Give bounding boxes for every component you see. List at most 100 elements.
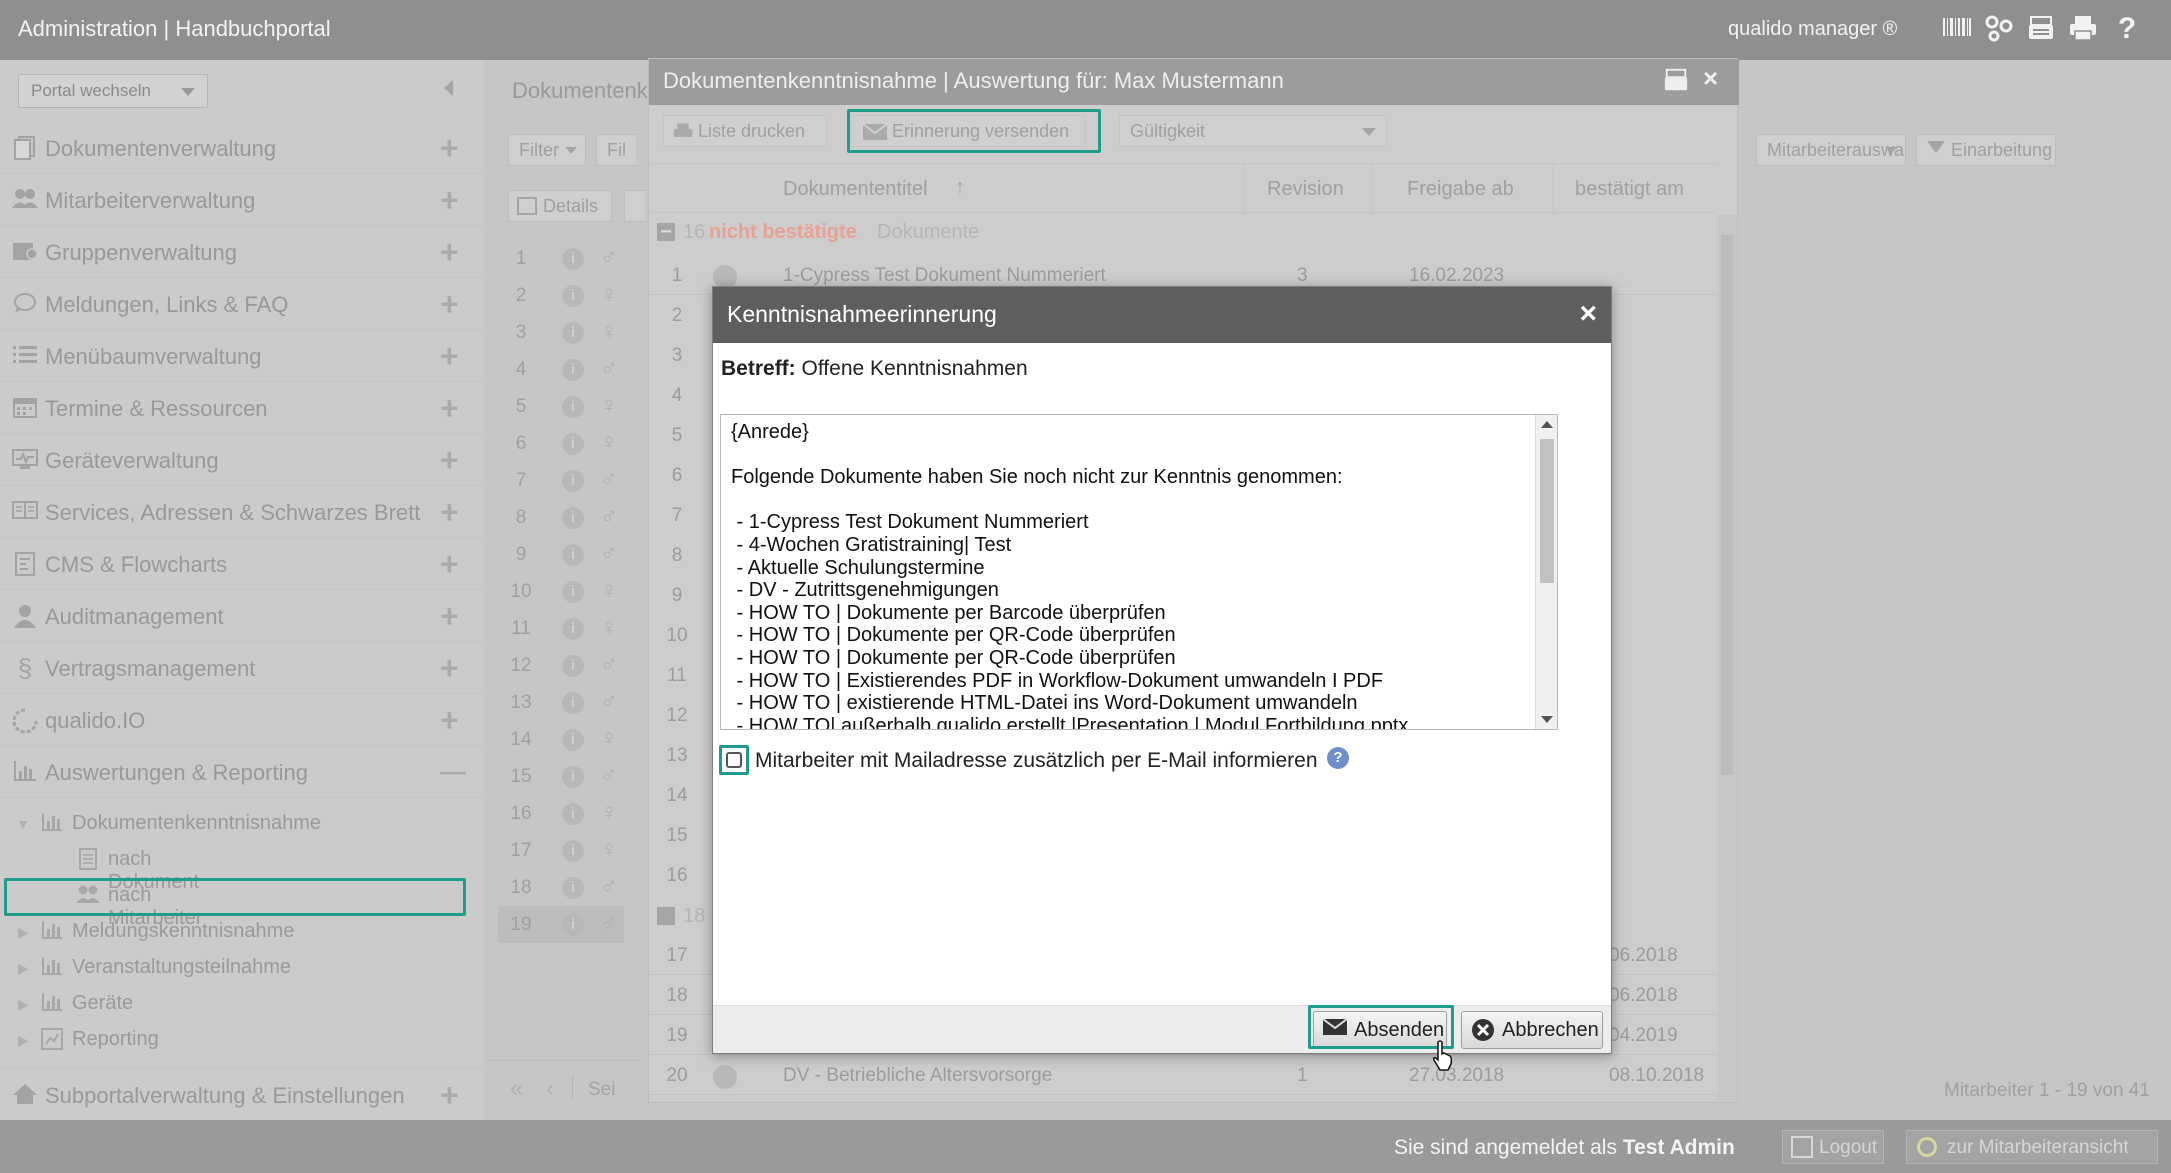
collapse-group-icon[interactable] [657,907,675,925]
expand-plus-icon[interactable]: + [440,338,459,375]
info-icon[interactable]: i [562,766,584,788]
info-icon[interactable]: i [562,655,584,677]
info-icon[interactable]: i [562,840,584,862]
info-icon[interactable]: i [562,544,584,566]
info-icon[interactable] [713,1065,737,1089]
cancel-button[interactable]: Abbrechen [1461,1011,1603,1049]
table-row[interactable]: 20 DV - Betriebliche Altersvorsorge 1 27… [649,1055,1717,1095]
sidebar-item-termine[interactable]: Termine & Ressourcen + [0,382,484,434]
tree-collapsed-icon[interactable]: ▶ [18,924,29,941]
details-button[interactable]: Details [508,190,612,222]
info-icon[interactable]: i [562,248,584,270]
table-row[interactable]: 1 i ♂ [498,240,624,277]
collapse-sidebar-icon[interactable] [444,80,453,96]
tree-expanded-icon[interactable]: ▼ [16,816,30,832]
close-icon[interactable]: × [1703,63,1718,94]
tree-collapsed-icon[interactable]: ▶ [18,1032,29,1049]
tree-collapsed-icon[interactable]: ▶ [18,960,29,977]
table-row[interactable]: 4 i ♂ [498,351,624,388]
sidebar-item-meldungen[interactable]: Meldungen, Links & FAQ + [0,278,484,330]
group-row-unconfirmed[interactable]: − 16 nicht bestätigte Dokumente [657,219,1717,249]
print-icon[interactable] [2068,14,2098,44]
sidebar-item-qualido-io[interactable]: qualido.IO + [0,694,484,746]
expand-plus-icon[interactable]: + [440,598,459,635]
info-icon[interactable]: i [562,618,584,640]
table-row[interactable]: 15 i ♂ [498,758,624,795]
sidebar-item-services[interactable]: Services, Adressen & Schwarzes Brett + [0,486,484,538]
table-row[interactable]: 14 i ♀ [498,721,624,758]
scrollbar-thumb[interactable] [1721,235,1733,775]
table-row[interactable]: 9 i ♂ [498,536,624,573]
portal-switch-select[interactable]: Portal wechseln [18,74,208,108]
sidebar-item-menuebaum[interactable]: Menübaumverwaltung + [0,330,484,382]
barcode-icon[interactable] [1942,14,1972,44]
info-icon[interactable]: i [562,396,584,418]
expand-plus-icon[interactable]: + [440,390,459,427]
table-row[interactable]: 7 i ♂ [498,462,624,499]
table-row[interactable]: 19 i ♂ [498,906,624,943]
info-icon[interactable]: i [562,581,584,603]
table-row[interactable]: 2 i ♀ [498,277,624,314]
sidebar-item-cms[interactable]: CMS & Flowcharts + [0,538,484,590]
expand-plus-icon[interactable]: + [440,286,459,323]
info-icon[interactable]: i [562,470,584,492]
collapse-minus-icon[interactable]: — [440,756,466,787]
logout-button[interactable]: Logout [1782,1130,1884,1164]
table-row[interactable]: 12 i ♂ [498,647,624,684]
table-row[interactable]: 18 i ♂ [498,869,624,906]
sidebar-item-audit[interactable]: Auditmanagement + [0,590,484,642]
table-row[interactable]: 16 i ♀ [498,795,624,832]
filter-input-partial[interactable]: Fil [596,134,636,166]
expand-plus-icon[interactable]: + [440,234,459,271]
expand-plus-icon[interactable]: + [440,442,459,479]
sidebar-item-subportal[interactable]: Subportalverwaltung & Einstellungen + [0,1068,484,1120]
expand-plus-icon[interactable]: + [440,546,459,583]
table-row[interactable]: 13 i ♂ [498,684,624,721]
table-row[interactable]: 17 i ♀ [498,832,624,869]
info-icon[interactable]: i [562,507,584,529]
info-icon[interactable]: i [562,285,584,307]
info-icon[interactable]: i [562,877,584,899]
scroll-down-icon[interactable] [1541,716,1553,723]
evaluation-scrollbar[interactable] [1717,215,1737,1101]
column-header-release[interactable]: Freigabe ab [1407,178,1514,201]
first-page-icon[interactable]: « [510,1075,523,1103]
sidebar-item-dokumentenverwaltung[interactable]: Dokumentenverwaltung + [0,122,484,174]
expand-plus-icon[interactable]: + [440,702,459,739]
validity-select[interactable]: Gültigkeit [1119,115,1387,147]
info-icon[interactable]: i [562,729,584,751]
prev-page-icon[interactable]: ‹ [546,1075,554,1103]
table-row[interactable]: 8 i ♂ [498,499,624,536]
expand-plus-icon[interactable]: + [440,1077,459,1114]
collapse-group-icon[interactable]: − [657,222,675,242]
expand-plus-icon[interactable]: + [440,650,459,687]
expand-plus-icon[interactable]: + [440,494,459,531]
expand-plus-icon[interactable]: + [440,182,459,219]
table-row[interactable]: 6 i ♀ [498,425,624,462]
message-scrollbar[interactable] [1535,415,1557,729]
filter-button[interactable]: Filter [508,134,586,166]
help-icon[interactable]: ? [2112,14,2142,44]
help-icon[interactable]: ? [1327,747,1349,769]
sidebar-item-mitarbeiterverwaltung[interactable]: Mitarbeiterverwaltung + [0,174,484,226]
einarbeitung-button[interactable]: Einarbeitung [1916,134,2056,166]
column-header-confirmed[interactable]: bestätigt am [1575,178,1684,201]
sitemap-icon[interactable] [1984,14,2014,44]
info-icon[interactable]: i [562,803,584,825]
email-notify-checkbox[interactable] [719,745,749,775]
info-icon[interactable]: i [562,433,584,455]
scrollbar-thumb[interactable] [1540,439,1554,583]
info-icon[interactable]: i [562,692,584,714]
column-header-revision[interactable]: Revision [1267,178,1344,201]
fax-icon[interactable] [2026,14,2056,44]
info-icon[interactable]: i [562,322,584,344]
email-notify-label[interactable]: Mitarbeiter mit Mailadresse zusätzlich p… [755,749,1318,773]
print-list-button[interactable]: Liste drucken [663,115,827,147]
message-textarea[interactable]: {Anrede} Folgende Dokumente haben Sie no… [720,414,1558,730]
table-row[interactable]: 3 i ♀ [498,314,624,351]
sidebar-item-geraeteverwaltung[interactable]: Geräteverwaltung + [0,434,484,486]
info-icon[interactable]: i [562,359,584,381]
table-row[interactable]: 5 i ♀ [498,388,624,425]
sidebar-item-gruppenverwaltung[interactable]: Gruppenverwaltung + [0,226,484,278]
scroll-up-icon[interactable] [1541,421,1553,428]
